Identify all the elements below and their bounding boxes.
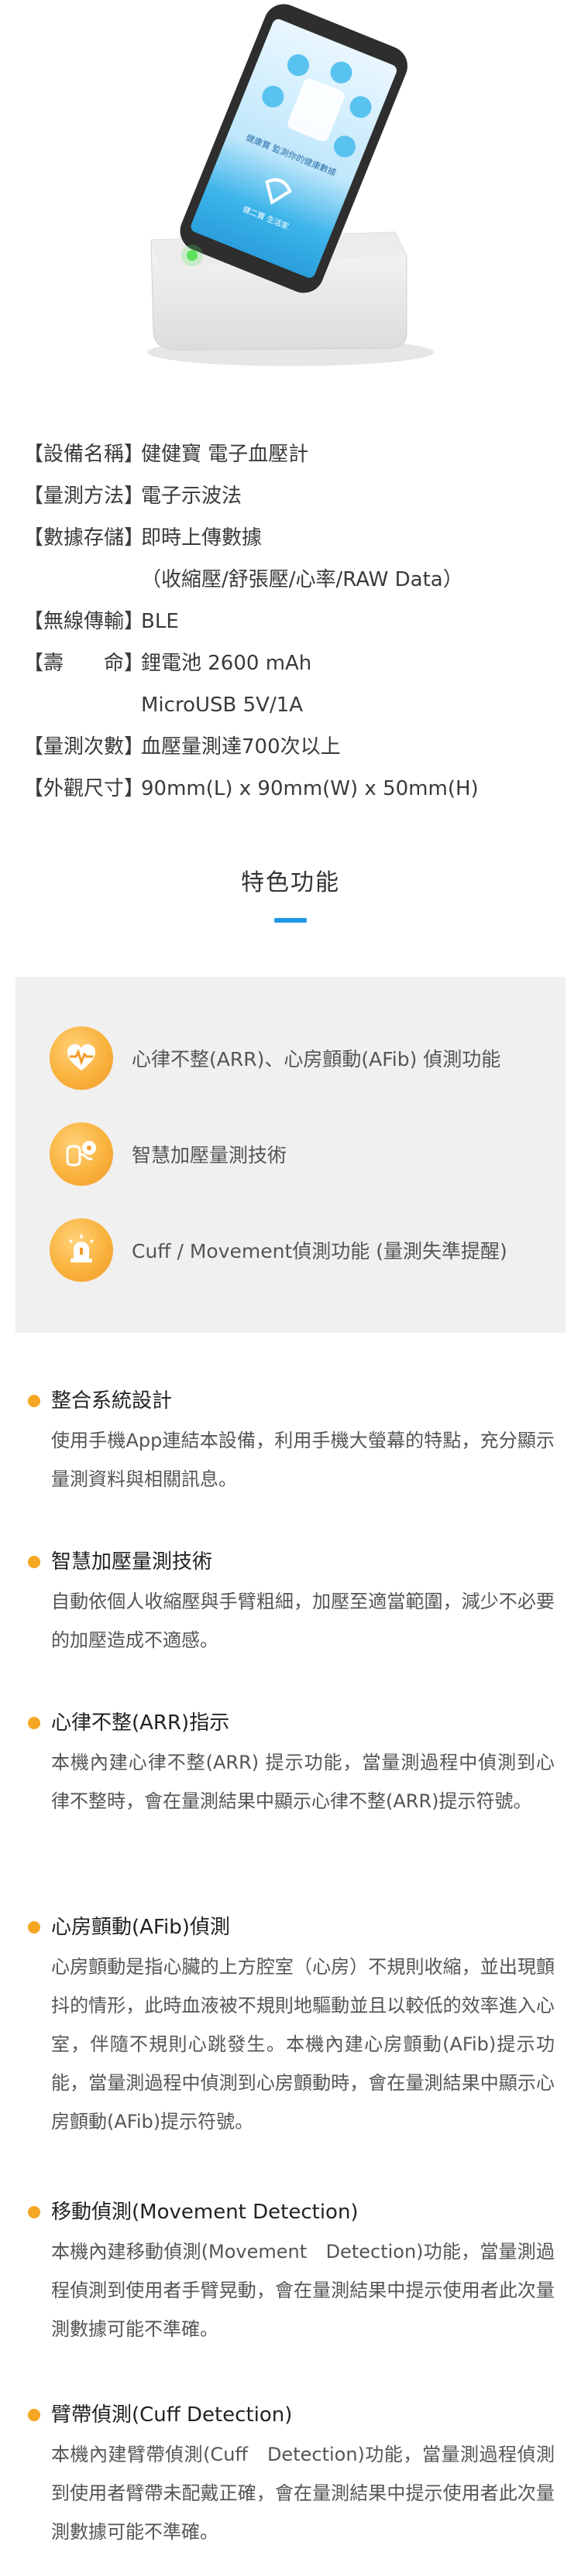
spec-value: 電子示波法 xyxy=(141,485,242,508)
spec-list: 【設備名稱】 健健寶 電子血壓計 【量測方法】 電子示波法 【數據存儲】 即時上… xyxy=(23,433,566,810)
section-arr: 心律不整(ARR)指示 本機內建心律不整(ARR) 提示功能，當量測過程中偵測到… xyxy=(28,1708,555,1821)
spec-label: 【無線傳輸】 xyxy=(23,610,145,633)
section-title: 心律不整(ARR)指示 xyxy=(51,1711,230,1735)
bullet-dot xyxy=(28,1717,40,1729)
spec-label: 【量測次數】 xyxy=(23,735,145,759)
spec-value: 即時上傳數據 xyxy=(141,526,263,550)
bullet-dot xyxy=(28,2409,40,2421)
section-body: 本機內建心律不整(ARR) 提示功能，當量測過程中偵測到心律不整時，會在量測結果… xyxy=(51,1752,555,1812)
spec-value: 90mm(L) x 90mm(W) x 50mm(H) xyxy=(141,777,479,800)
spec-value: BLE xyxy=(141,610,179,633)
bullet-dot xyxy=(28,1921,40,1934)
spec-row-storage: 【數據存儲】 即時上傳數據 （收縮壓/舒張壓/心率/RAW Data） xyxy=(23,517,566,601)
section-title: 整合系統設計 xyxy=(51,1389,173,1413)
arm-cuff-icon xyxy=(50,1122,113,1186)
section-title: 移動偵測(Movement Detection) xyxy=(51,2201,359,2224)
section-smart-pressure: 智慧加壓量測技術 自動依個人收縮壓與手臂粗細，加壓至適當範圍，減少不必要的加壓造… xyxy=(28,1547,555,1660)
spec-row-wireless: 【無線傳輸】 BLE xyxy=(23,601,566,642)
features-panel: 心律不整(ARR)、心房顫動(AFib) 偵測功能 智慧加壓量測技術 Cuff … xyxy=(15,977,566,1333)
section-body: 心房顫動是指心臟的上方腔室（心房）不規則收縮，並出現顫抖的情形，此時血液被不規則… xyxy=(51,1956,555,2132)
section-cuff: 臂帶偵測(Cuff Detection) 本機內建臂帶偵測(Cuff Detec… xyxy=(28,2400,555,2551)
spec-label: 【數據存儲】 xyxy=(23,526,145,550)
alert-light-icon xyxy=(50,1218,113,1282)
spec-value: （收縮壓/舒張壓/心率/RAW Data） xyxy=(141,568,463,591)
bullet-dot xyxy=(28,1556,40,1568)
section-system-design: 整合系統設計 使用手機App連結本設備，利用手機大螢幕的特點，充分顯示量測資料與… xyxy=(28,1386,555,1499)
spec-row-dimensions: 【外觀尺寸】 90mm(L) x 90mm(W) x 50mm(H) xyxy=(23,768,566,810)
section-title: 臂帶偵測(Cuff Detection) xyxy=(51,2403,293,2427)
spec-label: 【量測方法】 xyxy=(23,485,145,508)
feature-item-cuff-movement: Cuff / Movement偵測功能 (量測失準提醒) xyxy=(50,1218,507,1282)
spec-value: 健健寶 電子血壓計 xyxy=(141,443,309,466)
section-body: 使用手機App連結本設備，利用手機大螢幕的特點，充分顯示量測資料與相關訊息。 xyxy=(51,1430,555,1490)
product-page: 健康寶 監測你的健康數據 健二寶 生活家 【設備名稱】 健健寶 電子血壓計 【量… xyxy=(0,0,581,2576)
feature-text: Cuff / Movement偵測功能 (量測失準提醒) xyxy=(132,1240,507,1262)
spec-label: 【壽 命】 xyxy=(23,652,145,675)
bullet-dot xyxy=(28,2206,40,2218)
title-underline xyxy=(274,918,307,923)
spec-label: 【外觀尺寸】 xyxy=(23,777,145,800)
product-image: 健康寶 監測你的健康數據 健二寶 生活家 xyxy=(147,4,434,366)
spec-row-device-name: 【設備名稱】 健健寶 電子血壓計 xyxy=(23,433,566,475)
heart-pulse-icon xyxy=(50,1026,113,1090)
section-body: 自動依個人收縮壓與手臂粗細，加壓至適當範圍，減少不必要的加壓造成不適感。 xyxy=(51,1591,555,1651)
feature-text: 心律不整(ARR)、心房顫動(AFib) 偵測功能 xyxy=(132,1048,501,1070)
spec-value: 血壓量測達700次以上 xyxy=(141,735,341,759)
feature-item-arr: 心律不整(ARR)、心房顫動(AFib) 偵測功能 xyxy=(50,1026,500,1090)
spec-value: MicroUSB 5V/1A xyxy=(141,694,304,717)
spec-row-method: 【量測方法】 電子示波法 xyxy=(23,475,566,517)
spec-label: 【設備名稱】 xyxy=(23,443,145,466)
spec-value: 鋰電池 2600 mAh xyxy=(141,652,312,675)
section-afib: 心房顫動(AFib)偵測 心房顫動是指心臟的上方腔室（心房）不規則收縮，並出現顫… xyxy=(28,1912,555,2141)
bullet-dot xyxy=(28,1395,40,1407)
spec-row-battery: 【壽 命】 鋰電池 2600 mAh MicroUSB 5V/1A xyxy=(23,642,566,726)
section-movement: 移動偵測(Movement Detection) 本機內建移動偵測(Moveme… xyxy=(28,2197,555,2348)
section-title: 心房顫動(AFib)偵測 xyxy=(51,1916,230,1939)
feature-item-smart-pressure: 智慧加壓量測技術 xyxy=(50,1122,287,1186)
feature-text: 智慧加壓量測技術 xyxy=(132,1144,287,1166)
section-title: 智慧加壓量測技術 xyxy=(51,1550,213,1574)
spec-row-count: 【量測次數】 血壓量測達700次以上 xyxy=(23,726,566,768)
section-body: 本機內建臂帶偵測(Cuff Detection)功能，當量測過程偵測到使用者臂帶… xyxy=(51,2444,555,2543)
features-title: 特色功能 xyxy=(241,869,340,896)
section-body: 本機內建移動偵測(Movement Detection)功能，當量測過程偵測到使… xyxy=(51,2241,555,2340)
